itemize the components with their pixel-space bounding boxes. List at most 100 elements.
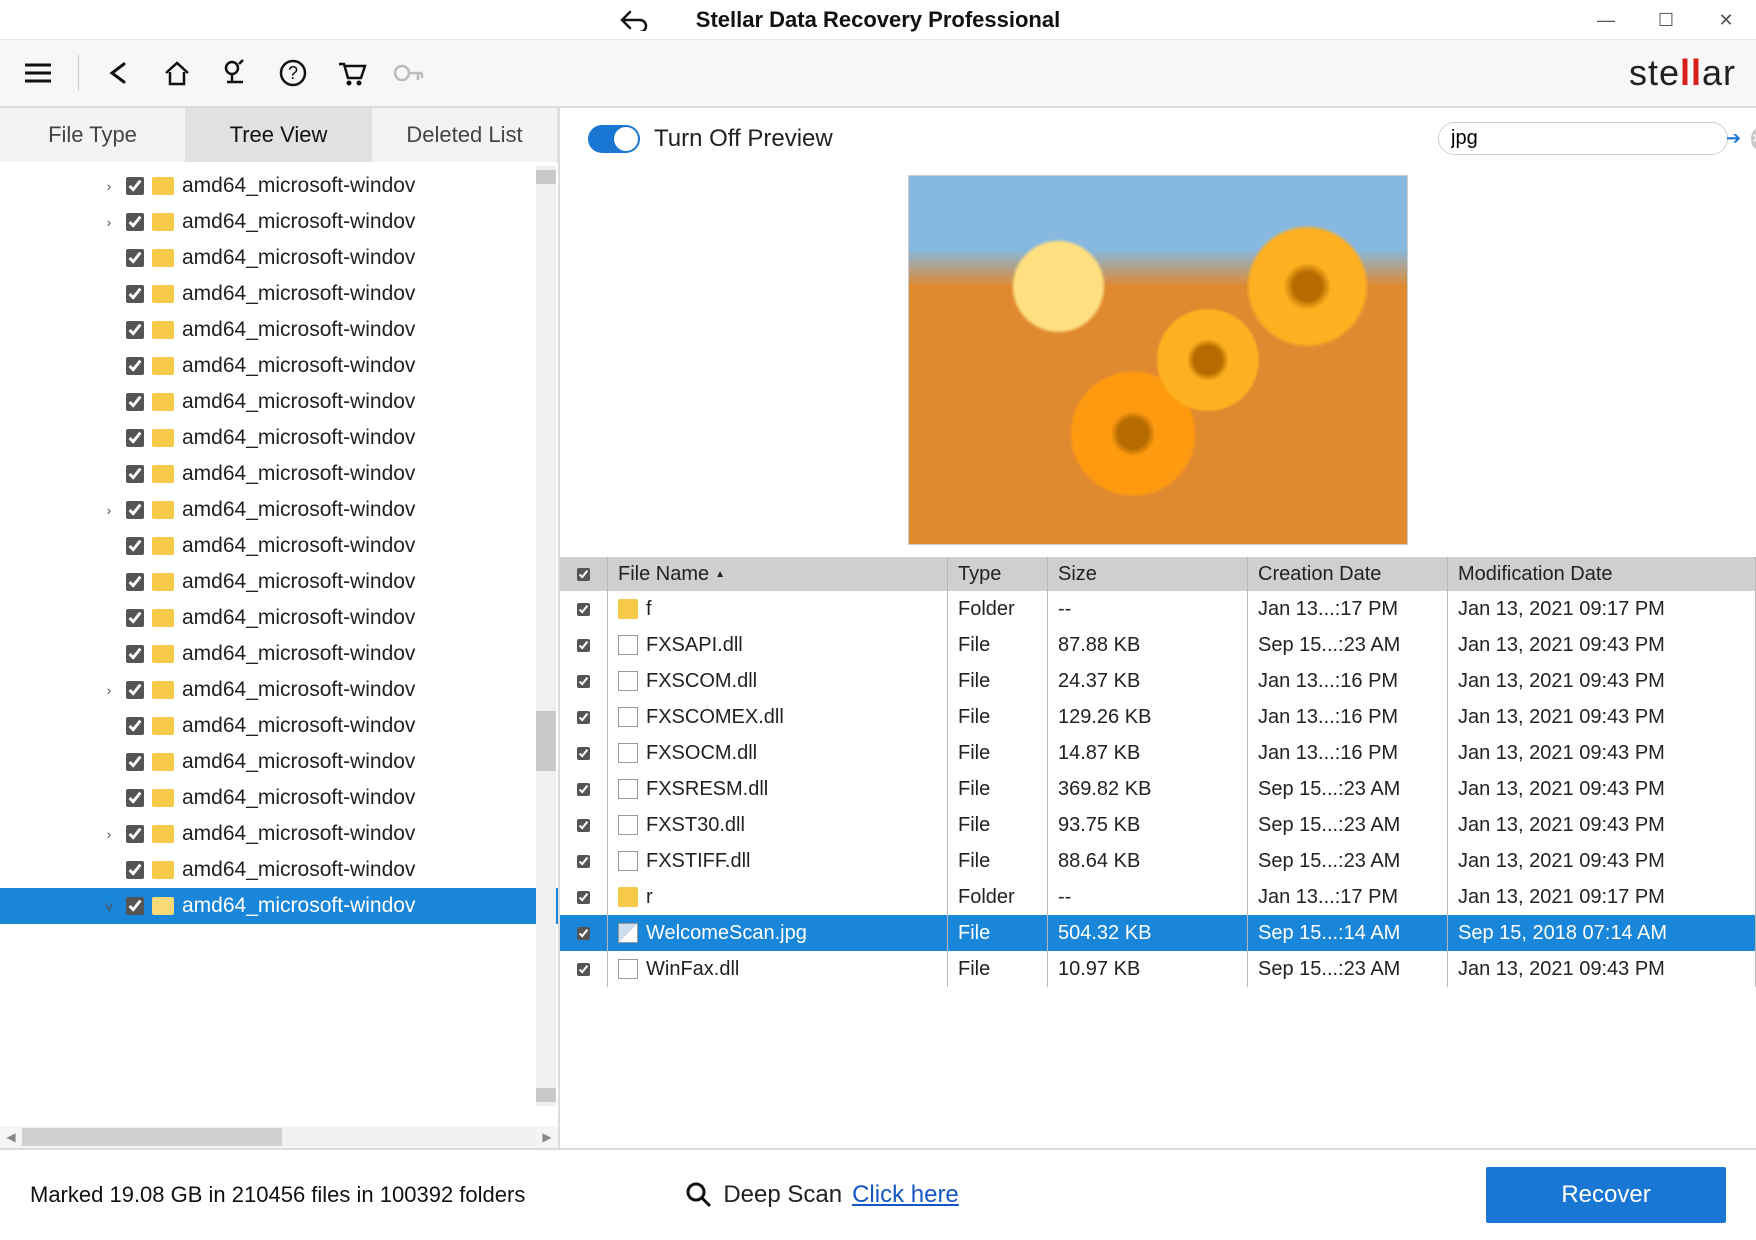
file-row[interactable]: FXSOCM.dllFile14.87 KBJan 13...:16 PMJan… — [560, 735, 1756, 771]
tree-checkbox[interactable] — [126, 393, 144, 411]
tree-checkbox[interactable] — [126, 645, 144, 663]
header-creation-date[interactable]: Creation Date — [1248, 557, 1448, 591]
tree-checkbox[interactable] — [126, 465, 144, 483]
tree-item[interactable]: amd64_microsoft-windov — [0, 456, 558, 492]
tree-checkbox[interactable] — [126, 357, 144, 375]
header-size[interactable]: Size — [1048, 557, 1248, 591]
tree-vscroll-down[interactable] — [536, 1088, 556, 1102]
chevron-icon[interactable]: › — [100, 502, 118, 518]
tree-item[interactable]: amd64_microsoft-windov — [0, 744, 558, 780]
tree-item[interactable]: amd64_microsoft-windov — [0, 312, 558, 348]
tree-checkbox[interactable] — [126, 897, 144, 915]
deep-scan-link[interactable]: Click here — [852, 1181, 959, 1209]
tree-item[interactable]: amd64_microsoft-windov — [0, 348, 558, 384]
tree-checkbox[interactable] — [126, 285, 144, 303]
file-checkbox[interactable] — [577, 675, 590, 688]
tree-item[interactable]: ›amd64_microsoft-windov — [0, 672, 558, 708]
file-checkbox[interactable] — [577, 927, 590, 940]
hscroll-thumb[interactable] — [22, 1128, 282, 1146]
search-input[interactable] — [1451, 127, 1716, 150]
tree-item[interactable]: ›amd64_microsoft-windov — [0, 816, 558, 852]
tree-checkbox[interactable] — [126, 573, 144, 591]
cart-icon[interactable] — [333, 55, 369, 91]
tree-checkbox[interactable] — [126, 249, 144, 267]
undo-icon[interactable] — [620, 9, 648, 31]
tree-checkbox[interactable] — [126, 861, 144, 879]
search-clear-icon[interactable]: ✕ — [1751, 129, 1756, 149]
chevron-icon[interactable]: › — [100, 178, 118, 194]
home-icon[interactable] — [159, 55, 195, 91]
chevron-icon[interactable]: v — [100, 898, 118, 914]
folder-tree[interactable]: ›amd64_microsoft-windov›amd64_microsoft-… — [0, 162, 558, 1126]
file-row[interactable]: rFolder--Jan 13...:17 PMJan 13, 2021 09:… — [560, 879, 1756, 915]
tree-item[interactable]: amd64_microsoft-windov — [0, 852, 558, 888]
tree-item[interactable]: amd64_microsoft-windov — [0, 528, 558, 564]
file-row[interactable]: FXSAPI.dllFile87.88 KBSep 15...:23 AMJan… — [560, 627, 1756, 663]
file-row[interactable]: FXST30.dllFile93.75 KBSep 15...:23 AMJan… — [560, 807, 1756, 843]
tree-item[interactable]: amd64_microsoft-windov — [0, 708, 558, 744]
file-checkbox[interactable] — [577, 603, 590, 616]
tree-item[interactable]: amd64_microsoft-windov — [0, 240, 558, 276]
close-button[interactable]: ✕ — [1696, 0, 1756, 40]
tree-hscrollbar[interactable]: ◀ ▶ — [0, 1126, 558, 1148]
tree-item[interactable]: amd64_microsoft-windov — [0, 564, 558, 600]
tree-item[interactable]: amd64_microsoft-windov — [0, 384, 558, 420]
tree-checkbox[interactable] — [126, 537, 144, 555]
hscroll-right[interactable]: ▶ — [536, 1130, 558, 1144]
tree-vscrollbar[interactable] — [536, 166, 556, 1106]
tree-item[interactable]: ›amd64_microsoft-windov — [0, 204, 558, 240]
file-checkbox[interactable] — [577, 891, 590, 904]
tree-item[interactable]: amd64_microsoft-windov — [0, 600, 558, 636]
header-checkbox[interactable] — [560, 557, 608, 591]
tree-checkbox[interactable] — [126, 213, 144, 231]
tree-checkbox[interactable] — [126, 753, 144, 771]
file-row[interactable]: FXSRESM.dllFile369.82 KBSep 15...:23 AMJ… — [560, 771, 1756, 807]
tree-checkbox[interactable] — [126, 321, 144, 339]
file-checkbox[interactable] — [577, 963, 590, 976]
tree-checkbox[interactable] — [126, 789, 144, 807]
tree-item[interactable]: amd64_microsoft-windov — [0, 276, 558, 312]
search-go-icon[interactable]: ➔ — [1726, 128, 1741, 149]
tree-checkbox[interactable] — [126, 177, 144, 195]
tree-item[interactable]: amd64_microsoft-windov — [0, 780, 558, 816]
tree-item[interactable]: amd64_microsoft-windov — [0, 636, 558, 672]
recover-button[interactable]: Recover — [1486, 1167, 1726, 1223]
header-filename[interactable]: File Name▲ — [608, 557, 948, 591]
file-row[interactable]: fFolder--Jan 13...:17 PMJan 13, 2021 09:… — [560, 591, 1756, 627]
tree-item[interactable]: ›amd64_microsoft-windov — [0, 168, 558, 204]
tree-vscroll-thumb[interactable] — [536, 711, 556, 771]
tree-checkbox[interactable] — [126, 681, 144, 699]
header-modification-date[interactable]: Modification Date — [1448, 557, 1756, 591]
file-checkbox[interactable] — [577, 855, 590, 868]
tree-checkbox[interactable] — [126, 717, 144, 735]
key-icon[interactable] — [391, 55, 427, 91]
chevron-icon[interactable]: › — [100, 214, 118, 230]
file-row[interactable]: WelcomeScan.jpgFile504.32 KBSep 15...:14… — [560, 915, 1756, 951]
tree-item[interactable]: vamd64_microsoft-windov — [0, 888, 558, 924]
tab-file-type[interactable]: File Type — [0, 108, 186, 162]
file-row[interactable]: WinFax.dllFile10.97 KBSep 15...:23 AMJan… — [560, 951, 1756, 987]
file-row[interactable]: FXSCOM.dllFile24.37 KBJan 13...:16 PMJan… — [560, 663, 1756, 699]
search-box[interactable]: ➔ ✕ — [1438, 122, 1728, 155]
header-type[interactable]: Type — [948, 557, 1048, 591]
chevron-icon[interactable]: › — [100, 826, 118, 842]
tree-checkbox[interactable] — [126, 609, 144, 627]
advanced-tools-icon[interactable] — [217, 55, 253, 91]
file-checkbox[interactable] — [577, 711, 590, 724]
tab-tree-view[interactable]: Tree View — [186, 108, 372, 162]
back-icon[interactable] — [101, 55, 137, 91]
file-list[interactable]: File Name▲ Type Size Creation Date Modif… — [560, 557, 1756, 1148]
file-row[interactable]: FXSTIFF.dllFile88.64 KBSep 15...:23 AMJa… — [560, 843, 1756, 879]
preview-toggle[interactable] — [588, 125, 640, 153]
file-checkbox[interactable] — [577, 639, 590, 652]
tree-checkbox[interactable] — [126, 501, 144, 519]
maximize-button[interactable]: ☐ — [1636, 0, 1696, 40]
tab-deleted-list[interactable]: Deleted List — [372, 108, 558, 162]
tree-item[interactable]: ›amd64_microsoft-windov — [0, 492, 558, 528]
file-checkbox[interactable] — [577, 819, 590, 832]
tree-checkbox[interactable] — [126, 429, 144, 447]
tree-vscroll-up[interactable] — [536, 170, 556, 184]
minimize-button[interactable]: — — [1576, 0, 1636, 40]
tree-checkbox[interactable] — [126, 825, 144, 843]
file-checkbox[interactable] — [577, 747, 590, 760]
